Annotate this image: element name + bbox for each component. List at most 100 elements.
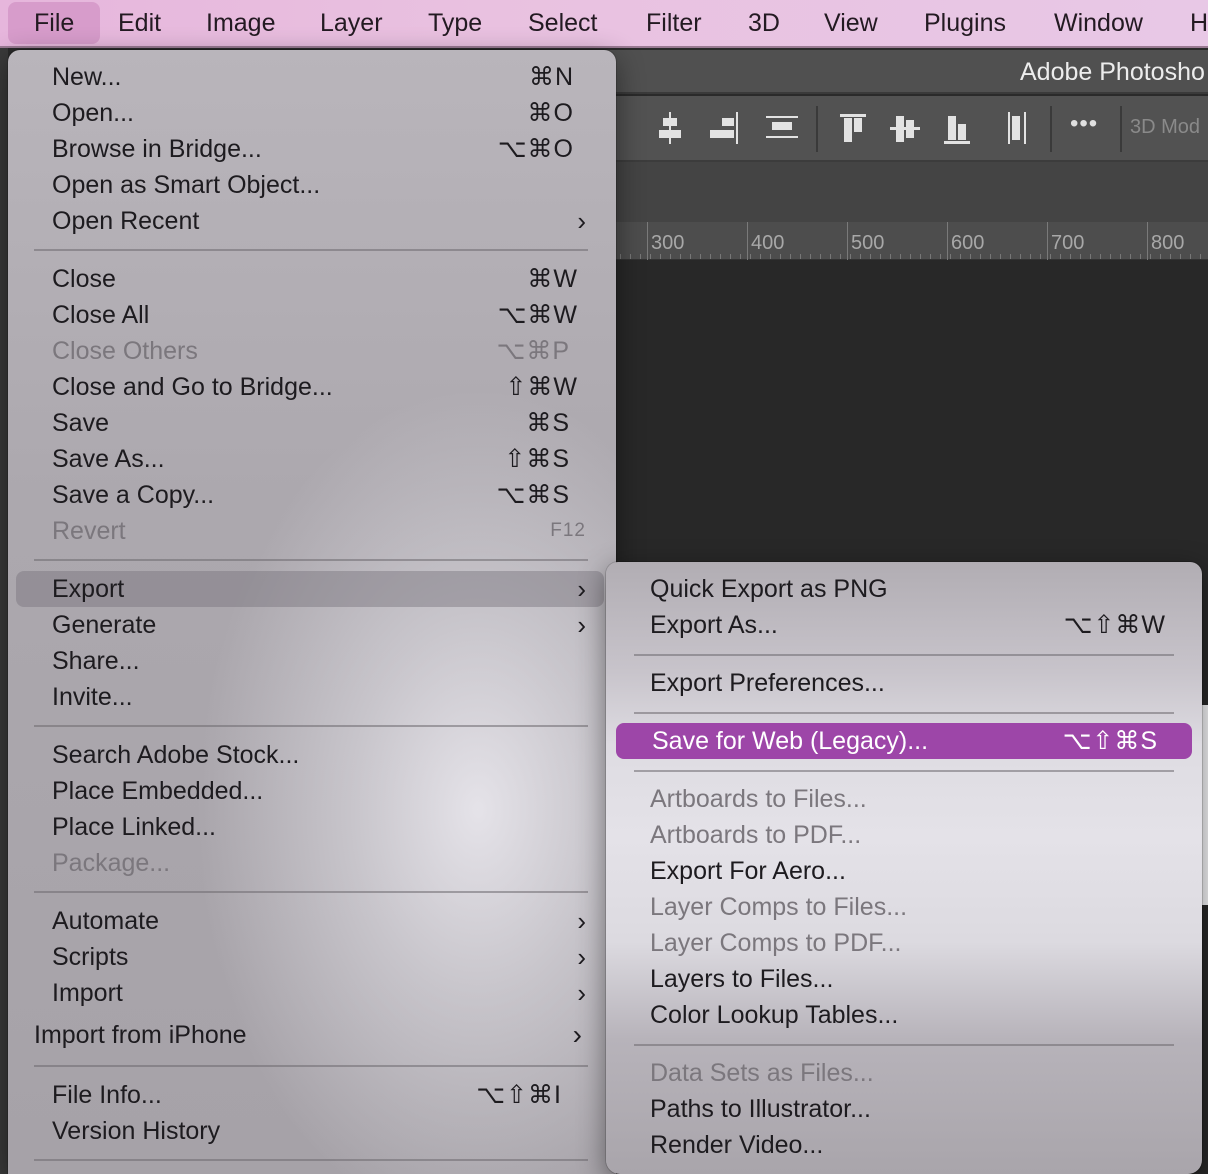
menu-item-label: Browse in Bridge... xyxy=(52,135,262,163)
menu-item-label: Artboards to Files... xyxy=(650,785,867,813)
menu-item-color-lookup-tables[interactable]: Color Lookup Tables... xyxy=(606,997,1202,1033)
menu-item-file-info[interactable]: File Info... ⌥⇧⌘I xyxy=(8,1077,616,1113)
menu-item-label: Import from iPhone xyxy=(34,1021,247,1049)
menu-item-layers-to-files[interactable]: Layers to Files... xyxy=(606,961,1202,997)
distribute-vertical-icon[interactable] xyxy=(998,110,1038,148)
chevron-right-icon: › xyxy=(577,978,586,1008)
align-top-icon[interactable] xyxy=(834,110,874,148)
chevron-right-icon: › xyxy=(577,610,586,640)
chevron-right-icon: › xyxy=(577,206,586,236)
menu-item-export-as[interactable]: Export As... ⌥⇧⌘W xyxy=(606,607,1202,643)
menu-item-save[interactable]: Save ⌘S xyxy=(8,405,616,441)
distribute-horizontal-icon[interactable] xyxy=(762,110,802,148)
menu-item-export-for-aero[interactable]: Export For Aero... xyxy=(606,853,1202,889)
menu-plugins[interactable]: Plugins xyxy=(924,0,1006,46)
align-vertical-centers-icon[interactable] xyxy=(886,110,926,148)
menu-layer[interactable]: Layer xyxy=(320,0,383,46)
menu-item-browse-in-bridge[interactable]: Browse in Bridge... ⌥⌘O xyxy=(8,131,616,167)
menu-type[interactable]: Type xyxy=(428,0,482,46)
menu-window[interactable]: Window xyxy=(1054,0,1143,46)
menu-item-open-recent[interactable]: Open Recent › xyxy=(8,203,616,239)
menu-item-label: Close Others xyxy=(52,337,198,365)
more-options-icon[interactable]: ••• xyxy=(1070,110,1098,138)
align-right-edges-icon[interactable] xyxy=(702,110,742,148)
menu-item-label: Layer Comps to PDF... xyxy=(650,929,902,957)
menu-item-invite[interactable]: Invite... xyxy=(8,679,616,715)
menu-item-label: Place Embedded... xyxy=(52,777,264,805)
menu-item-open[interactable]: Open... ⌘O xyxy=(8,95,616,131)
menu-image[interactable]: Image xyxy=(206,0,275,46)
menu-item-package: Package... xyxy=(8,845,616,881)
menu-item-label: Revert xyxy=(52,517,126,545)
align-horizontal-centers-icon[interactable] xyxy=(650,110,690,148)
menu-3d[interactable]: 3D xyxy=(748,0,780,46)
menu-view[interactable]: View xyxy=(824,0,878,46)
menu-item-label: New... xyxy=(52,63,122,91)
align-bottom-icon[interactable] xyxy=(938,110,978,148)
shortcut: ⌘N xyxy=(528,63,574,91)
menu-item-revert: Revert F12 xyxy=(8,513,616,549)
menu-item-export-preferences[interactable]: Export Preferences... xyxy=(606,665,1202,701)
menu-item-import-from-iphone[interactable]: Import from iPhone › xyxy=(8,1017,616,1053)
menu-item-artboards-to-pdf: Artboards to PDF... xyxy=(606,817,1202,853)
menu-item-label: Invite... xyxy=(52,683,133,711)
menu-item-share[interactable]: Share... xyxy=(8,643,616,679)
menu-item-label: Package... xyxy=(52,849,171,877)
menu-item-new[interactable]: New... ⌘N xyxy=(8,59,616,95)
menu-item-label: Scripts xyxy=(52,943,129,971)
menu-edit[interactable]: Edit xyxy=(118,0,161,46)
horizontal-ruler: 300 400 500 600 700 800 xyxy=(600,222,1208,260)
menu-separator xyxy=(34,1065,588,1067)
shortcut: ⌥⌘P xyxy=(496,337,570,365)
menu-item-label: Save for Web (Legacy)... xyxy=(652,727,929,755)
menu-item-import[interactable]: Import › xyxy=(8,975,616,1011)
menu-item-label: Close and Go to Bridge... xyxy=(52,373,333,401)
shortcut: ⌥⇧⌘W xyxy=(1063,611,1166,639)
export-submenu: Quick Export as PNG Export As... ⌥⇧⌘W Ex… xyxy=(606,562,1202,1174)
menu-item-label: Save As... xyxy=(52,445,165,473)
menu-item-export[interactable]: Export › xyxy=(16,571,604,607)
menu-item-layer-comps-to-files: Layer Comps to Files... xyxy=(606,889,1202,925)
document-tab-bar xyxy=(600,162,1208,222)
menu-item-close-all[interactable]: Close All ⌥⌘W xyxy=(8,297,616,333)
menu-item-scripts[interactable]: Scripts › xyxy=(8,939,616,975)
menu-item-label: Open... xyxy=(52,99,134,127)
menu-item-close-and-go-to-bridge[interactable]: Close and Go to Bridge... ⇧⌘W xyxy=(8,369,616,405)
menu-item-search-adobe-stock[interactable]: Search Adobe Stock... xyxy=(8,737,616,773)
menu-item-open-as-smart-object[interactable]: Open as Smart Object... xyxy=(8,167,616,203)
menu-item-save-as[interactable]: Save As... ⇧⌘S xyxy=(8,441,616,477)
menu-help[interactable]: H xyxy=(1190,0,1208,46)
3d-mode-label: 3D Mod xyxy=(1130,116,1201,138)
menu-item-label: Search Adobe Stock... xyxy=(52,741,300,769)
menu-item-place-linked[interactable]: Place Linked... xyxy=(8,809,616,845)
menu-separator xyxy=(34,1159,588,1161)
menu-file[interactable]: File xyxy=(8,2,101,44)
menu-item-label: Open Recent xyxy=(52,207,200,235)
menu-item-label: Quick Export as PNG xyxy=(650,575,888,603)
menu-item-label: Color Lookup Tables... xyxy=(650,1001,899,1029)
menu-item-place-embedded[interactable]: Place Embedded... xyxy=(8,773,616,809)
menu-item-label: Share... xyxy=(52,647,140,675)
menu-item-save-a-copy[interactable]: Save a Copy... ⌥⌘S xyxy=(8,477,616,513)
app-title: Adobe Photosho xyxy=(1020,58,1205,86)
menu-item-layer-comps-to-pdf: Layer Comps to PDF... xyxy=(606,925,1202,961)
menu-item-close[interactable]: Close ⌘W xyxy=(8,261,616,297)
shortcut: ⌘W xyxy=(527,265,578,293)
menu-item-label: Close All xyxy=(52,301,150,329)
app-title-bar: Adobe Photosho xyxy=(600,50,1208,94)
chevron-right-icon: › xyxy=(577,906,586,936)
menu-item-artboards-to-files: Artboards to Files... xyxy=(606,781,1202,817)
menu-item-label: File Info... xyxy=(52,1081,162,1109)
menu-filter[interactable]: Filter xyxy=(646,0,702,46)
menu-item-render-video[interactable]: Render Video... xyxy=(606,1127,1202,1163)
chevron-right-icon: › xyxy=(572,1019,582,1050)
menu-select[interactable]: Select xyxy=(528,0,597,46)
menu-item-save-for-web-legacy[interactable]: Save for Web (Legacy)... ⌥⇧⌘S xyxy=(616,723,1192,759)
menu-bar: File Edit Image Layer Type Select Filter… xyxy=(0,0,1208,48)
menu-item-quick-export-as-png[interactable]: Quick Export as PNG xyxy=(606,571,1202,607)
menu-item-data-sets-as-files: Data Sets as Files... xyxy=(606,1055,1202,1091)
menu-item-version-history[interactable]: Version History xyxy=(8,1113,616,1149)
menu-item-paths-to-illustrator[interactable]: Paths to Illustrator... xyxy=(606,1091,1202,1127)
menu-item-generate[interactable]: Generate › xyxy=(8,607,616,643)
menu-item-automate[interactable]: Automate › xyxy=(8,903,616,939)
